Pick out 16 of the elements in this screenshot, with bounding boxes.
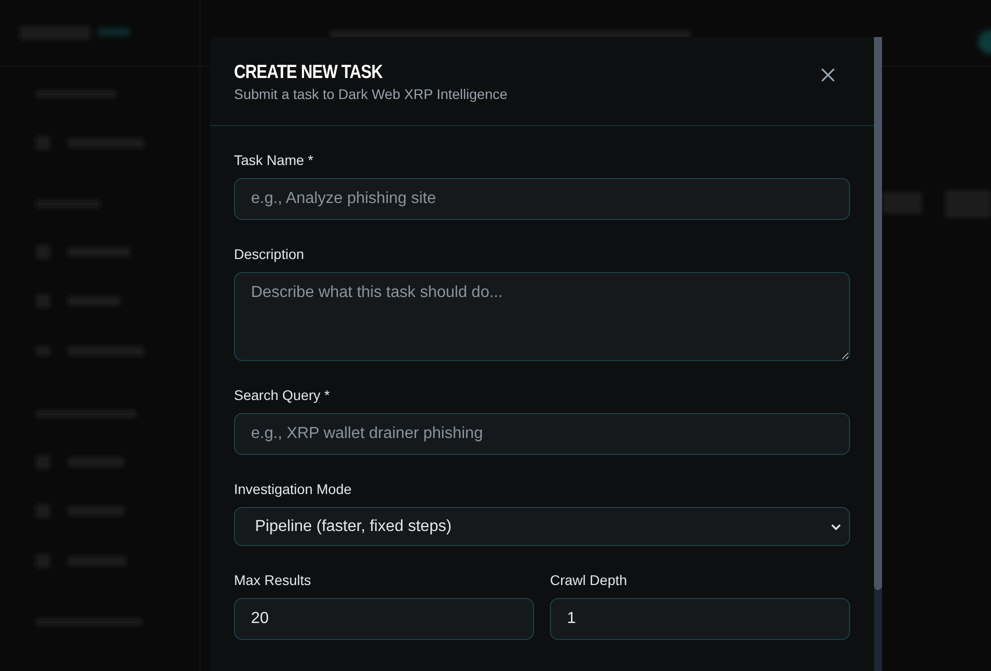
field-label: Max Results — [234, 572, 312, 588]
chevron-down-icon — [831, 522, 841, 530]
number-field[interactable]: 20 — [234, 598, 534, 640]
field-label: Crawl Depth — [550, 572, 628, 588]
close-icon — [820, 67, 836, 83]
number-field[interactable]: 1 — [550, 598, 850, 640]
field-label: Search Query * — [234, 387, 331, 403]
dialog-title: CREATE NEW TASK — [234, 61, 383, 85]
field-label: Task Name * — [234, 152, 314, 168]
description-field[interactable]: Describe what this task should do... — [234, 272, 850, 361]
input-field[interactable]: e.g., XRP wallet drainer phishing — [234, 413, 850, 455]
field-label: Description — [234, 246, 306, 262]
field-label: Investigation Mode — [234, 481, 353, 497]
dialog-subtitle: Submit a task to Dark Web XRP Intelligence — [234, 85, 508, 104]
mode-dropdown[interactable]: Pipeline (faster, fixed steps) — [234, 507, 850, 546]
input-field[interactable]: e.g., Analyze phishing site — [234, 178, 850, 220]
